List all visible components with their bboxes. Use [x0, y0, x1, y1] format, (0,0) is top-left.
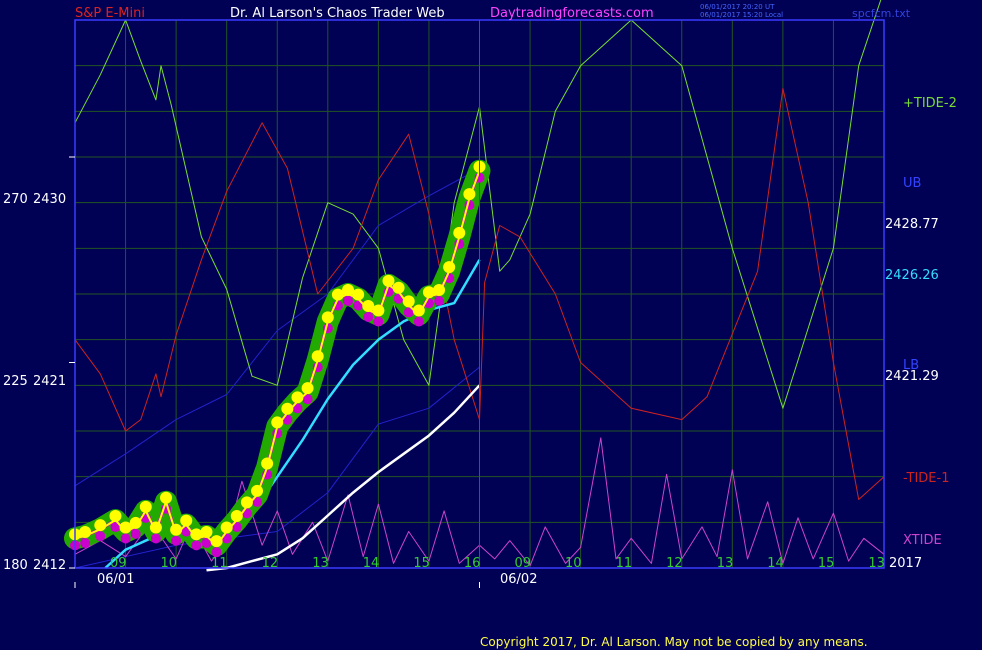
timestamp-local: 06/01/2017 15:20 Local	[700, 11, 784, 19]
timestamp-ut: 06/01/2017 20:20 UT	[700, 3, 775, 11]
price-low-marker	[150, 533, 161, 544]
y-tick-price-2421: 2421	[33, 374, 67, 389]
y-tick-inner-2412: 180	[3, 558, 28, 573]
y-tick-price-2412: 2412	[33, 558, 67, 573]
fast-average-value-label: 2426.26	[885, 268, 939, 283]
copyright-notice: Copyright 2017, Dr. Al Larson. May not b…	[480, 635, 868, 649]
lower-value-label: 2421.29	[885, 369, 939, 384]
price-low-marker	[171, 535, 182, 546]
y-tick-inner-2421: 225	[3, 374, 28, 389]
y-tick-price-2430: 2430	[33, 192, 67, 207]
xtide-label: XTIDE	[903, 533, 942, 548]
plot-frame	[69, 19, 885, 588]
tide-plus-label: +TIDE-2	[903, 96, 957, 111]
price-low-marker	[191, 540, 202, 551]
date-label-0601: 06/01	[97, 572, 135, 587]
tide-minus-label: -TIDE-1	[903, 471, 950, 486]
x-hour-tick-label: 16	[463, 556, 481, 571]
chart-plot	[64, 0, 885, 588]
x-hour-tick-label: 09	[514, 556, 532, 571]
data-file-name: spcfcm.txt	[852, 7, 911, 20]
x-hour-tick-label: 10	[160, 556, 178, 571]
upper-band-label: UB	[903, 176, 922, 191]
price-low-marker	[80, 538, 91, 549]
series-layer	[64, 0, 885, 572]
y-tick-inner-2430: 270	[3, 192, 28, 207]
price-low-marker	[373, 316, 384, 327]
symbol-label: S&P E-Mini	[75, 6, 145, 21]
price-low-marker	[130, 528, 141, 539]
site-link[interactable]: Daytradingforecasts.com	[490, 6, 654, 21]
price-low-marker	[120, 533, 131, 544]
price-low-marker	[413, 316, 424, 327]
x-hour-tick-label: 13	[716, 556, 734, 571]
x-hour-tick-label: 12	[666, 556, 683, 571]
slow-average-line	[206, 384, 481, 572]
x-hour-tick-label: 13	[312, 556, 329, 571]
price-low-marker	[363, 311, 374, 322]
x-hour-tick-label: 12	[261, 556, 279, 571]
year-label: 2017	[889, 556, 923, 571]
x-hour-tick-label: 14	[362, 556, 380, 571]
x-hour-tick-label: 11	[211, 556, 228, 571]
price-low-marker	[95, 531, 106, 542]
upper-value-label: 2428.77	[885, 217, 939, 232]
x-hour-tick-label: 14	[767, 556, 784, 571]
price-low-marker	[434, 296, 445, 306]
x-hour-tick-label: 11	[615, 556, 633, 571]
x-hour-tick-label: 15	[817, 556, 835, 571]
chart-title: Dr. Al Larson's Chaos Trader Web	[230, 6, 445, 21]
x-hour-tick-label: 15	[413, 556, 430, 571]
x-hour-tick-label: 10	[565, 556, 582, 571]
x-hour-tick-label: 09	[109, 556, 127, 571]
date-label-0602: 06/02	[500, 572, 538, 587]
price-low-marker	[343, 296, 354, 306]
x-hour-tick-label: 13	[868, 556, 885, 571]
